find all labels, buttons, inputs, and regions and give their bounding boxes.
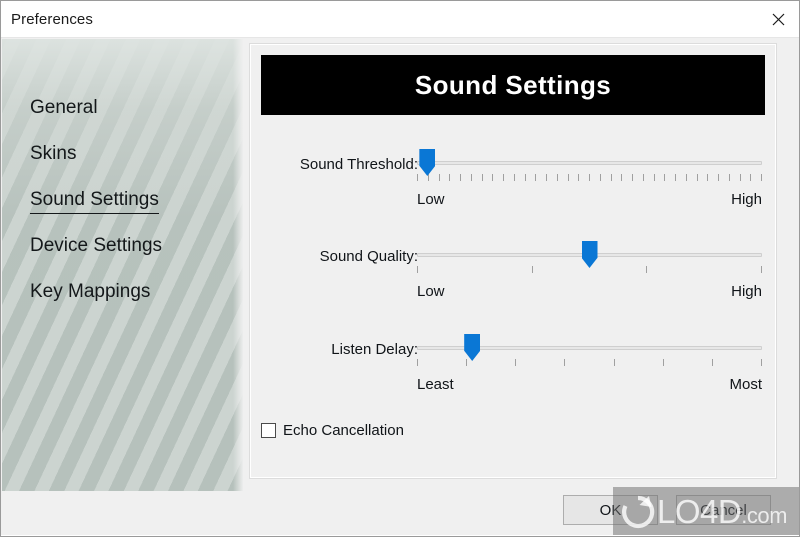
slider-tick bbox=[417, 174, 418, 181]
slider-min-label: Least bbox=[417, 376, 454, 393]
slider-tick bbox=[438, 174, 440, 181]
slider-row-listen-delay: Listen Delay: Least Most bbox=[250, 329, 778, 407]
page-banner: Sound Settings bbox=[261, 55, 765, 115]
slider-tick bbox=[728, 174, 730, 181]
sidebar-item-key-mappings[interactable]: Key Mappings bbox=[30, 280, 150, 304]
slider-tick bbox=[449, 174, 451, 181]
cancel-button[interactable]: Cancel bbox=[676, 495, 771, 525]
slider-track[interactable] bbox=[417, 161, 762, 165]
slider-min-label: Low bbox=[417, 191, 445, 208]
slider-tick bbox=[613, 359, 615, 366]
slider-tick bbox=[546, 174, 547, 181]
slider-label-sound-quality: Sound Quality: bbox=[319, 248, 418, 265]
slider-tick bbox=[417, 266, 418, 273]
slider-tick bbox=[662, 359, 664, 366]
close-button[interactable] bbox=[755, 1, 799, 37]
checkbox-box-icon[interactable] bbox=[261, 423, 276, 438]
slider-ticks bbox=[417, 174, 762, 182]
preferences-window: Preferences General Skins Sound Settings… bbox=[0, 0, 800, 537]
slider-tick bbox=[470, 174, 472, 181]
checkbox-label: Echo Cancellation bbox=[283, 422, 404, 439]
slider-ticks bbox=[417, 359, 762, 367]
slider-thumb[interactable] bbox=[464, 334, 481, 361]
slider-thumb[interactable] bbox=[581, 241, 598, 268]
sidebar: General Skins Sound Settings Device Sett… bbox=[2, 39, 243, 491]
slider-listen-delay[interactable]: Least Most bbox=[417, 329, 762, 407]
slider-tick bbox=[711, 359, 713, 366]
slider-label-listen-delay: Listen Delay: bbox=[331, 341, 418, 358]
sidebar-nav: General Skins Sound Settings Device Sett… bbox=[2, 39, 243, 491]
slider-tick bbox=[761, 174, 762, 181]
slider-sound-threshold[interactable]: Low High bbox=[417, 144, 762, 222]
slider-tick bbox=[460, 174, 461, 181]
slider-tick bbox=[761, 266, 762, 273]
sidebar-item-sound-settings[interactable]: Sound Settings bbox=[30, 188, 159, 214]
content-panel: Sound Settings Sound Threshold: Low High… bbox=[249, 43, 777, 479]
slider-tick bbox=[513, 174, 515, 181]
slider-tick bbox=[653, 174, 655, 181]
slider-tick bbox=[564, 359, 566, 366]
slider-row-sound-quality: Sound Quality: Low High bbox=[250, 236, 778, 314]
slider-tick bbox=[632, 174, 633, 181]
sidebar-item-skins[interactable]: Skins bbox=[30, 142, 76, 166]
slider-tick bbox=[567, 174, 569, 181]
slider-label-sound-threshold: Sound Threshold: bbox=[299, 156, 418, 173]
slider-tick bbox=[664, 174, 666, 181]
slider-tick bbox=[466, 359, 468, 366]
page-title: Sound Settings bbox=[414, 69, 612, 100]
slider-max-label: Most bbox=[729, 376, 762, 393]
slider-max-label: High bbox=[731, 191, 762, 208]
slider-tick bbox=[675, 174, 676, 181]
sidebar-item-general[interactable]: General bbox=[30, 96, 98, 120]
slider-tick bbox=[696, 174, 698, 181]
sidebar-item-device-settings[interactable]: Device Settings bbox=[30, 234, 162, 258]
title-bar: Preferences bbox=[1, 1, 799, 38]
slider-min-label: Low bbox=[417, 283, 445, 300]
slider-tick bbox=[578, 174, 580, 181]
slider-tick bbox=[739, 174, 741, 181]
slider-thumb[interactable] bbox=[419, 149, 436, 176]
slider-tick bbox=[492, 174, 494, 181]
slider-tick bbox=[621, 174, 623, 181]
slider-tick bbox=[531, 266, 533, 273]
slider-sound-quality[interactable]: Low High bbox=[417, 236, 762, 314]
slider-tick bbox=[642, 174, 644, 181]
slider-tick bbox=[515, 359, 517, 366]
dialog-footer: OK Cancel bbox=[1, 491, 799, 536]
slider-row-sound-threshold: Sound Threshold: Low High bbox=[250, 144, 778, 222]
slider-tick bbox=[503, 174, 504, 181]
slider-tick bbox=[589, 174, 590, 181]
slider-tick bbox=[750, 174, 752, 181]
slider-max-label: High bbox=[731, 283, 762, 300]
slider-tick bbox=[610, 174, 612, 181]
slider-tick bbox=[761, 359, 762, 366]
slider-tick bbox=[718, 174, 719, 181]
window-title: Preferences bbox=[11, 11, 93, 28]
slider-tick bbox=[685, 174, 687, 181]
slider-tick bbox=[707, 174, 709, 181]
echo-cancellation-checkbox[interactable]: Echo Cancellation bbox=[261, 422, 404, 439]
slider-tick bbox=[417, 359, 418, 366]
slider-tick bbox=[481, 174, 483, 181]
slider-tick bbox=[646, 266, 648, 273]
slider-tick bbox=[524, 174, 526, 181]
slider-tick bbox=[535, 174, 537, 181]
ok-button[interactable]: OK bbox=[563, 495, 658, 525]
slider-tick bbox=[556, 174, 558, 181]
slider-tick bbox=[599, 174, 601, 181]
close-icon bbox=[772, 13, 785, 26]
